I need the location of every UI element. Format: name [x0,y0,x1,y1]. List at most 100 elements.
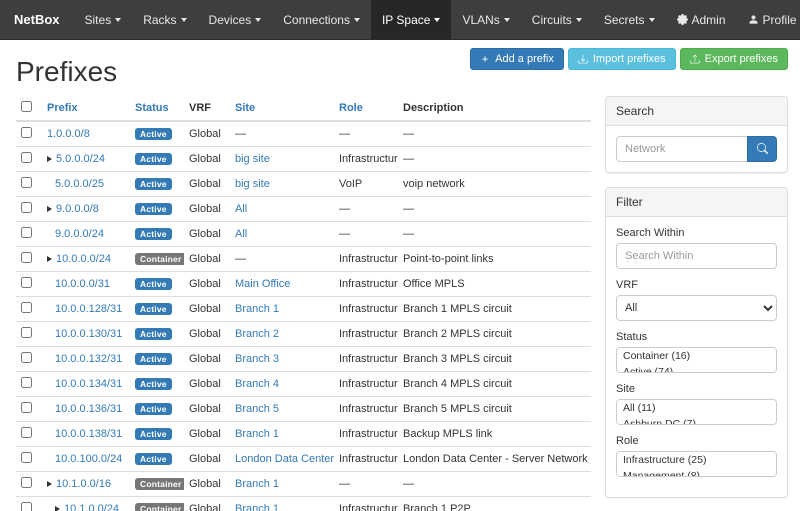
search-button[interactable] [747,136,777,162]
site-link[interactable]: Branch 3 [235,353,279,365]
vrf-cell: Global [184,422,230,447]
site-filter-select[interactable]: All (11)Ashburn DC (7)big site (2)Branch… [616,399,777,425]
prefix-link[interactable]: 10.0.0.136/31 [55,403,122,415]
site-link[interactable]: Branch 1 [235,303,279,315]
nav-item-label: Admin [692,13,726,27]
nav-item-devices[interactable]: Devices [198,0,273,39]
filter-option[interactable]: Ashburn DC (7) [617,416,776,425]
search-input[interactable] [616,136,747,162]
nav-item-racks[interactable]: Racks [132,0,197,39]
site-link[interactable]: Branch 1 [235,503,279,511]
prefix-link[interactable]: 10.1.0.0/16 [56,478,111,490]
site-link[interactable]: London Data Center [235,453,334,465]
role-filter-select[interactable]: Infrastructure (25)Management (8)Private… [616,451,777,477]
prefix-link[interactable]: 9.0.0.0/8 [56,203,99,215]
prefix-link[interactable]: 10.0.0.130/31 [55,328,122,340]
expand-arrow-icon [47,156,52,162]
column-sort-link[interactable]: Status [135,102,169,114]
main-panel: PrefixStatusVRFSiteRoleDescription 1.0.0… [16,96,591,511]
site-link[interactable]: Branch 4 [235,378,279,390]
chevron-down-icon [649,18,655,22]
prefix-link[interactable]: 10.1.0.0/24 [64,503,119,511]
filter-option[interactable]: Management (8) [617,468,776,477]
column-sort-link[interactable]: Role [339,102,363,114]
nav-item-connections[interactable]: Connections [272,0,371,39]
prefix-link[interactable]: 10.0.0.128/31 [55,303,122,315]
site-link[interactable]: Branch 2 [235,328,279,340]
plus-icon [480,54,490,64]
row-checkbox[interactable] [21,252,32,263]
site-link[interactable]: Branch 1 [235,428,279,440]
import-prefixes-button[interactable]: Import prefixes [568,48,676,70]
row-checkbox[interactable] [21,277,32,288]
brand-link[interactable]: NetBox [0,0,74,39]
row-checkbox[interactable] [21,377,32,388]
row-checkbox[interactable] [21,177,32,188]
row-checkbox[interactable] [21,327,32,338]
filter-option[interactable]: Container (16) [617,348,776,364]
prefix-link[interactable]: 5.0.0.0/25 [55,178,104,190]
site-link[interactable]: All [235,228,247,240]
import-prefixes-label: Import prefixes [593,53,666,65]
nav-item-circuits[interactable]: Circuits [521,0,593,39]
vrf-select[interactable]: All [616,295,777,321]
search-within-input[interactable] [616,243,777,269]
select-all-header [16,96,42,121]
prefix-link[interactable]: 10.0.0.0/24 [56,253,111,265]
add-prefix-button[interactable]: Add a prefix [470,48,564,70]
prefix-link[interactable]: 10.0.0.134/31 [55,378,122,390]
checkbox-cell [16,297,42,322]
row-checkbox[interactable] [21,427,32,438]
checkbox-cell [16,347,42,372]
row-checkbox[interactable] [21,477,32,488]
site-link[interactable]: Main Office [235,278,290,290]
row-checkbox[interactable] [21,302,32,313]
nav-item-profile[interactable]: Profile [737,0,800,39]
status-filter-select[interactable]: Container (16)Active (74)Reserved (4)Dep… [616,347,777,373]
nav-item-ip-space[interactable]: IP Space [371,0,451,39]
row-checkbox[interactable] [21,402,32,413]
column-sort-link[interactable]: Prefix [47,102,78,114]
filter-option[interactable]: All (11) [617,400,776,416]
prefix-link[interactable]: 10.0.0.0/31 [55,278,110,290]
site-cell: big site [230,172,334,197]
column-sort-link[interactable]: Site [235,102,255,114]
filter-option[interactable]: Infrastructure (25) [617,452,776,468]
status-badge: Active [135,428,172,441]
nav-item-label: IP Space [382,13,430,27]
row-checkbox[interactable] [21,352,32,363]
status-badge: Active [135,228,172,241]
prefix-link[interactable]: 5.0.0.0/24 [56,153,105,165]
filter-option[interactable]: Active (74) [617,364,776,373]
row-checkbox[interactable] [21,152,32,163]
export-prefixes-button[interactable]: Export prefixes [680,48,788,70]
nav-item-admin[interactable]: Admin [666,0,737,39]
search-panel-title: Search [606,97,787,126]
site-link[interactable]: big site [235,178,270,190]
nav-item-vlans[interactable]: VLANs [451,0,520,39]
prefix-link[interactable]: 1.0.0.0/8 [47,128,90,140]
nav-item-sites[interactable]: Sites [74,0,133,39]
role-cell: Infrastructure [334,322,398,347]
vrf-cell: Global [184,497,230,511]
select-all-checkbox[interactable] [21,101,32,112]
site-link[interactable]: All [235,203,247,215]
row-checkbox[interactable] [21,227,32,238]
row-checkbox[interactable] [21,202,32,213]
row-checkbox[interactable] [21,502,32,511]
site-link[interactable]: Branch 5 [235,403,279,415]
site-link[interactable]: Branch 1 [235,478,279,490]
chevron-down-icon [181,18,187,22]
prefix-link[interactable]: 10.0.0.132/31 [55,353,122,365]
checkbox-cell [16,247,42,272]
nav-item-secrets[interactable]: Secrets [593,0,666,39]
checkbox-cell [16,197,42,222]
row-checkbox[interactable] [21,127,32,138]
checkbox-cell [16,397,42,422]
site-link[interactable]: big site [235,153,270,165]
prefix-link[interactable]: 9.0.0.0/24 [55,228,104,240]
row-checkbox[interactable] [21,452,32,463]
prefix-link[interactable]: 10.0.100.0/24 [55,453,122,465]
prefix-link[interactable]: 10.0.0.138/31 [55,428,122,440]
vrf-cell: Global [184,472,230,497]
